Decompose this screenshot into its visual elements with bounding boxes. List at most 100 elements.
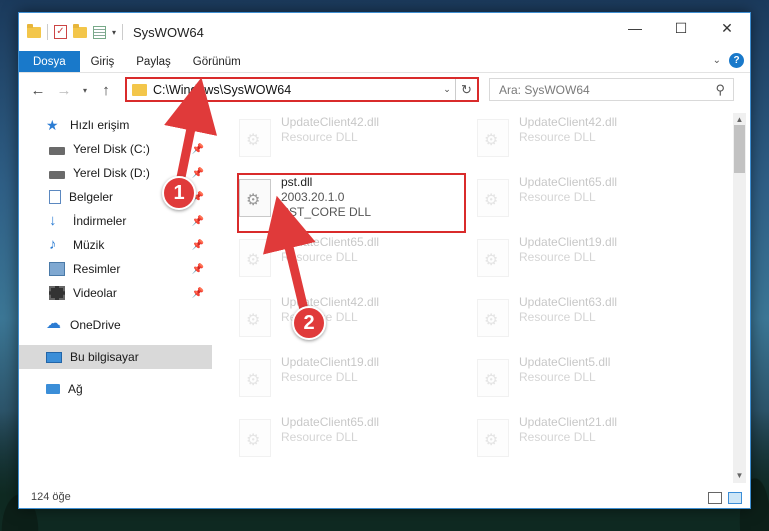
customize-toolbar-dropdown[interactable]: ▾ bbox=[112, 28, 116, 37]
file-tile[interactable]: UpdateClient42.dll Resource DLL bbox=[237, 115, 462, 163]
download-icon: ↓ bbox=[49, 212, 57, 229]
file-name: UpdateClient21.dll bbox=[519, 415, 618, 429]
search-icon[interactable]: ⚲ bbox=[715, 82, 725, 98]
dll-file-icon bbox=[239, 419, 271, 457]
pin-icon[interactable]: 📌 bbox=[192, 144, 204, 155]
highlight-box-pst-dll bbox=[237, 173, 466, 233]
sidebar-item-label: Müzik bbox=[73, 238, 105, 252]
file-description: Resource DLL bbox=[519, 190, 596, 204]
annotation-badge-1: 1 bbox=[162, 176, 196, 210]
file-tile[interactable]: UpdateClient65.dll Resource DLL bbox=[475, 175, 700, 223]
pictures-icon bbox=[49, 262, 65, 276]
drive-icon bbox=[49, 146, 65, 155]
sidebar-item-music[interactable]: ♪ Müzik 📌 bbox=[19, 233, 212, 257]
sidebar-item-label: Ağ bbox=[68, 382, 83, 396]
tab-file[interactable]: Dosya bbox=[19, 51, 80, 72]
quick-access-toolbar: ✓ ▾ bbox=[27, 23, 124, 40]
maximize-button[interactable]: ☐ bbox=[658, 13, 704, 43]
music-icon: ♪ bbox=[49, 236, 57, 253]
file-name: UpdateClient42.dll bbox=[519, 115, 618, 129]
video-icon bbox=[49, 286, 65, 300]
file-tile[interactable]: UpdateClient42.dll Resource DLL bbox=[475, 115, 700, 163]
file-tile[interactable]: UpdateClient19.dll Resource DLL bbox=[237, 355, 462, 403]
window-controls: — ☐ ✕ bbox=[612, 13, 750, 43]
pin-icon[interactable]: 📌 bbox=[192, 288, 204, 299]
search-box[interactable]: Ara: SysWOW64 ⚲ bbox=[489, 78, 734, 101]
dll-file-icon bbox=[477, 239, 509, 277]
back-button[interactable]: ← bbox=[27, 82, 49, 99]
forward-button[interactable]: → bbox=[53, 82, 75, 99]
dll-file-icon bbox=[477, 119, 509, 157]
recent-locations-dropdown[interactable]: ▾ bbox=[79, 86, 91, 95]
file-description: Resource DLL bbox=[281, 250, 358, 264]
tab-view[interactable]: Görünüm bbox=[182, 51, 252, 72]
sidebar-item-videos[interactable]: Videolar 📌 bbox=[19, 281, 212, 305]
file-tile[interactable]: UpdateClient42.dll Resource DLL bbox=[237, 295, 462, 343]
pin-icon[interactable]: 📌 bbox=[192, 216, 204, 227]
dll-file-icon bbox=[477, 179, 509, 217]
ribbon-right-controls: ⌄ ? bbox=[713, 53, 744, 68]
star-icon: ★ bbox=[46, 117, 59, 133]
tab-home[interactable]: Giriş bbox=[80, 51, 126, 72]
refresh-icon[interactable]: ↻ bbox=[455, 79, 477, 100]
search-placeholder: Ara: SysWOW64 bbox=[499, 82, 590, 97]
file-description: Resource DLL bbox=[519, 370, 596, 384]
file-tile[interactable]: UpdateClient19.dll Resource DLL bbox=[475, 235, 700, 283]
file-explorer-window: ✓ ▾ SysWOW64 — ☐ ✕ Dosya Giriş Paylaş Gö… bbox=[18, 12, 751, 509]
file-tile[interactable]: UpdateClient63.dll Resource DLL bbox=[475, 295, 700, 343]
file-name: UpdateClient5.dll bbox=[519, 355, 611, 369]
vertical-scrollbar[interactable]: ▲ ▼ bbox=[733, 113, 746, 483]
pin-icon[interactable]: 📌 bbox=[192, 168, 204, 179]
expand-ribbon-chevron-icon[interactable]: ⌄ bbox=[713, 55, 721, 66]
address-path[interactable]: C:\Windows\SysWOW64 bbox=[153, 83, 439, 97]
cloud-icon: ☁ bbox=[46, 315, 61, 332]
file-tile[interactable]: UpdateClient5.dll Resource DLL bbox=[475, 355, 700, 403]
sidebar-item-label: Yerel Disk (C:) bbox=[73, 142, 150, 156]
properties-icon[interactable] bbox=[93, 25, 106, 39]
view-toggle bbox=[708, 492, 742, 504]
dll-file-icon bbox=[239, 119, 271, 157]
file-name: UpdateClient63.dll bbox=[519, 295, 618, 309]
dll-file-icon bbox=[239, 299, 271, 337]
file-tile[interactable]: UpdateClient21.dll Resource DLL bbox=[475, 415, 700, 463]
sidebar-item-label: Bu bilgisayar bbox=[70, 350, 139, 364]
dll-file-icon bbox=[477, 359, 509, 397]
file-description: Resource DLL bbox=[519, 130, 596, 144]
title-bar: ✓ ▾ SysWOW64 — ☐ ✕ bbox=[19, 13, 750, 51]
new-folder-icon[interactable] bbox=[73, 23, 87, 38]
file-tile[interactable]: UpdateClient65.dll Resource DLL bbox=[237, 235, 462, 283]
sidebar-item-local-disk-c[interactable]: Yerel Disk (C:) 📌 bbox=[19, 137, 212, 161]
sidebar-item-label: Hızlı erişim bbox=[70, 118, 130, 132]
annotation-badge-2: 2 bbox=[292, 306, 326, 340]
file-description: Resource DLL bbox=[519, 250, 596, 264]
file-tile[interactable]: UpdateClient65.dll Resource DLL bbox=[237, 415, 462, 463]
item-count: 124 öğe bbox=[31, 491, 71, 503]
sidebar-item-label: Yerel Disk (D:) bbox=[73, 166, 150, 180]
file-name: UpdateClient19.dll bbox=[519, 235, 618, 249]
details-view-icon[interactable] bbox=[708, 492, 722, 504]
close-button[interactable]: ✕ bbox=[704, 13, 750, 43]
up-button[interactable]: ↑ bbox=[95, 82, 117, 99]
file-description: Resource DLL bbox=[281, 130, 358, 144]
sidebar-item-downloads[interactable]: ↓ İndirmeler 📌 bbox=[19, 209, 212, 233]
pin-icon[interactable]: 📌 bbox=[192, 264, 204, 275]
sidebar-item-label: Videolar bbox=[73, 286, 117, 300]
sidebar-item-network[interactable]: Ağ bbox=[19, 377, 212, 401]
address-bar[interactable]: C:\Windows\SysWOW64 ⌄ ↻ bbox=[125, 77, 479, 102]
scrollbar-thumb[interactable] bbox=[734, 125, 745, 173]
help-icon[interactable]: ? bbox=[729, 53, 744, 68]
tab-share[interactable]: Paylaş bbox=[125, 51, 182, 72]
large-icons-view-icon[interactable] bbox=[728, 492, 742, 504]
sidebar-item-this-pc[interactable]: Bu bilgisayar bbox=[19, 345, 212, 369]
window-title: SysWOW64 bbox=[133, 24, 204, 40]
minimize-button[interactable]: — bbox=[612, 13, 658, 43]
scroll-down-arrow-icon[interactable]: ▼ bbox=[733, 469, 746, 483]
sidebar-item-pictures[interactable]: Resimler 📌 bbox=[19, 257, 212, 281]
dll-file-icon bbox=[239, 239, 271, 277]
sidebar-item-quick-access[interactable]: ★ Hızlı erişim bbox=[19, 113, 212, 137]
pin-icon[interactable]: 📌 bbox=[192, 240, 204, 251]
properties-check-icon[interactable]: ✓ bbox=[54, 25, 67, 39]
navigation-pane: ★ Hızlı erişim Yerel Disk (C:) 📌 Yerel D… bbox=[19, 113, 212, 488]
sidebar-item-onedrive[interactable]: ☁ OneDrive bbox=[19, 313, 212, 337]
address-dropdown-icon[interactable]: ⌄ bbox=[439, 84, 455, 95]
